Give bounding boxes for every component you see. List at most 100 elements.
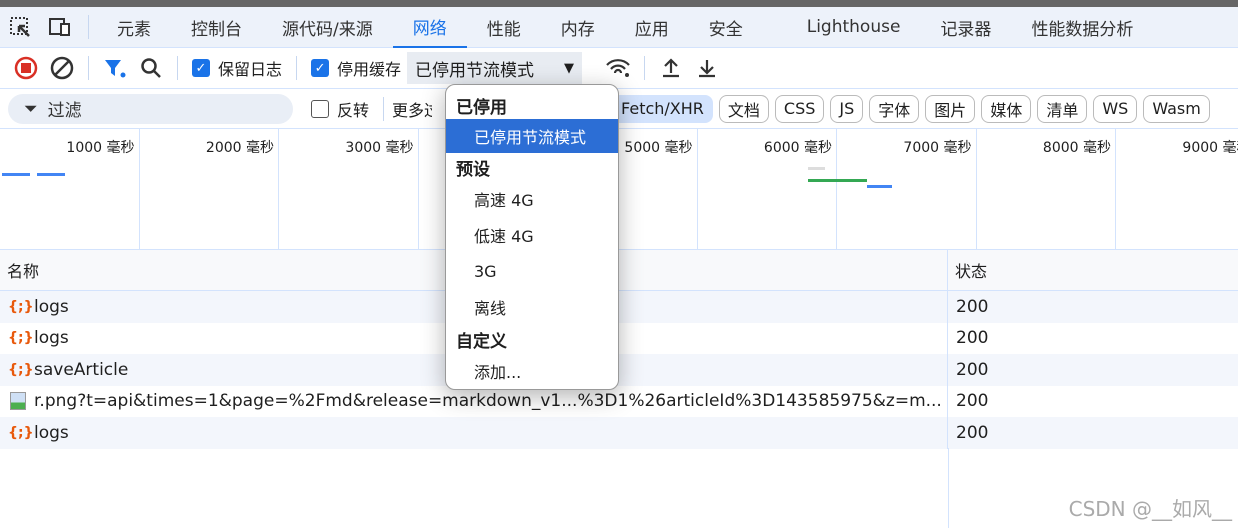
timeline-bar [2, 173, 30, 176]
filter-chip[interactable]: 图片 [925, 94, 976, 123]
name-cell: r.png?t=api&times=1&page=%2Fmd&release=m… [0, 385, 948, 417]
request-name: saveArticle [34, 359, 129, 380]
tab-5[interactable]: 内存 [541, 7, 615, 48]
timeline-tick-label: 2000 毫秒 [140, 129, 279, 250]
stop-recording-button[interactable] [8, 52, 44, 84]
tab-0[interactable]: 元素 [97, 7, 171, 48]
tab-9[interactable]: 记录器 [920, 7, 1011, 48]
throttling-select[interactable]: 已停用节流模式 ▼ [407, 52, 583, 84]
status-cell: 200 [956, 422, 989, 443]
funnel-icon: ⏷ [24, 98, 38, 119]
filter-placeholder: 过滤 [47, 101, 82, 121]
tab-6[interactable]: 应用 [615, 7, 689, 48]
tab-10[interactable]: 性能数据分析 [1011, 7, 1153, 48]
request-list: {;} logs 200 {;} logs 200 {;} saveArticle 200 r.p… [0, 291, 1238, 449]
divider [296, 56, 298, 80]
table-row[interactable]: {;} saveArticle 200 [0, 354, 1238, 386]
fetch-xhr-icon: {;} [8, 424, 34, 441]
fetch-xhr-icon: {;} [8, 330, 34, 347]
filter-chip[interactable]: 文档 [718, 94, 769, 123]
timeline-tick-label: 6000 毫秒 [698, 129, 837, 250]
tab-3[interactable]: 网络 [392, 7, 467, 48]
throttling-value: 已停用节流模式 [415, 60, 535, 81]
checkbox-checked-icon: ✓ [192, 59, 210, 77]
more-filters-button[interactable]: 更多过 [392, 97, 432, 121]
filter-chip[interactable]: 字体 [869, 94, 920, 123]
filter-chip[interactable]: CSS [774, 94, 825, 123]
checkbox-unchecked-icon [311, 99, 329, 118]
column-header-status[interactable]: 状态 [948, 250, 987, 290]
timeline-tick-label: 9000 毫秒 [1116, 129, 1238, 250]
timeline-tick-label: 1000 毫秒 [0, 129, 140, 250]
invert-checkbox[interactable]: 反转 [311, 97, 369, 121]
invert-label: 反转 [337, 100, 370, 120]
divider [88, 15, 89, 39]
device-toggle-icon[interactable] [40, 7, 80, 47]
status-cell: 200 [956, 296, 989, 317]
network-toolbar: ✓ 保留日志 ✓ 停用缓存 已停用节流模式 ▼ [0, 48, 1238, 89]
watermark: CSDN @__如风__ [1068, 497, 1232, 521]
menu-item[interactable]: 3G [446, 253, 618, 289]
table-row[interactable]: r.png?t=api&times=1&page=%2Fmd&release=m… [0, 385, 1238, 417]
timeline-bar [808, 179, 867, 182]
export-har-icon[interactable] [689, 52, 725, 84]
disable-cache-label: 停用缓存 [337, 60, 402, 79]
menu-group-header: 自定义 [456, 331, 507, 352]
table-row[interactable]: {;} logs 200 [0, 417, 1238, 449]
divider [383, 96, 385, 121]
checkbox-checked-icon: ✓ [311, 59, 330, 77]
devtools-tabs: 元素 控制台 源代码/来源 网络 性能 内存 应用 安全 Lighthouse 记录器 性能数据分析 [0, 7, 1238, 48]
filter-bar: ⏷ 过滤 反转 更多过 Fetch/XHR文档CSSJS字体图片媒体清单WSWas… [0, 89, 1238, 129]
menu-item[interactable]: 离线 [446, 289, 618, 325]
filter-chip[interactable]: WS [1093, 94, 1138, 123]
menu-item[interactable]: 低速 4G [446, 217, 618, 253]
timeline-bar [808, 167, 826, 170]
network-conditions-icon[interactable] [600, 52, 636, 84]
request-name: logs [34, 296, 69, 317]
request-name: logs [34, 328, 69, 349]
table-row[interactable]: {;} logs 200 [0, 322, 1238, 354]
clear-icon[interactable] [44, 52, 80, 84]
throttling-dropdown-menu: 已停用 已停用节流模式预设 高速 4G 低速 4G 3G 离线自定义 添加... [445, 84, 619, 390]
filter-icon[interactable] [97, 52, 133, 84]
inspect-element-icon[interactable] [0, 7, 40, 47]
tab-2[interactable]: 源代码/来源 [262, 7, 393, 48]
filter-chip[interactable]: 媒体 [981, 94, 1032, 123]
status-cell: 200 [956, 359, 989, 380]
timeline-tick-label: 3000 毫秒 [279, 129, 419, 250]
preserve-log-checkbox[interactable]: ✓ 保留日志 [192, 56, 282, 80]
tab-4[interactable]: 性能 [467, 7, 541, 48]
menu-item[interactable]: 已停用节流模式 [446, 119, 618, 153]
table-header: 名称 状态 [0, 250, 1238, 291]
status-cell: 200 [956, 328, 989, 349]
divider [88, 56, 89, 80]
tab-8[interactable]: Lighthouse [763, 7, 921, 48]
timeline-tick-label: 8000 毫秒 [977, 129, 1116, 250]
name-cell: {;} logs [0, 417, 948, 449]
filter-chip[interactable]: Wasm [1143, 94, 1210, 123]
menu-group-header: 已停用 [456, 97, 507, 118]
filter-chip[interactable]: JS [830, 94, 864, 123]
filter-chip[interactable]: 清单 [1037, 94, 1088, 123]
search-icon[interactable] [133, 52, 169, 84]
request-name: logs [34, 422, 69, 443]
table-row[interactable]: {;} logs 200 [0, 291, 1238, 323]
tab-7[interactable]: 安全 [689, 7, 763, 48]
tab-1[interactable]: 控制台 [171, 7, 262, 48]
menu-group-header: 预设 [456, 159, 490, 180]
timeline-overview[interactable]: 1000 毫秒2000 毫秒3000 毫秒4000 毫秒5000 毫秒6000 … [0, 129, 1238, 250]
timeline-tick-label: 7000 毫秒 [837, 129, 977, 250]
caret-down-icon: ▼ [564, 60, 575, 76]
divider [177, 56, 178, 80]
filter-chip[interactable]: Fetch/XHR [612, 94, 713, 123]
menu-item[interactable]: 高速 4G [446, 181, 618, 217]
timeline-bar [36, 173, 65, 176]
filter-input[interactable]: ⏷ 过滤 [8, 93, 293, 124]
divider [644, 56, 646, 80]
image-icon [10, 392, 26, 411]
import-har-icon[interactable] [653, 52, 689, 84]
menu-item[interactable]: 添加... [446, 353, 618, 389]
preserve-log-label: 保留日志 [218, 60, 283, 79]
disable-cache-checkbox[interactable]: ✓ 停用缓存 [311, 56, 401, 80]
fetch-xhr-icon: {;} [8, 361, 34, 378]
